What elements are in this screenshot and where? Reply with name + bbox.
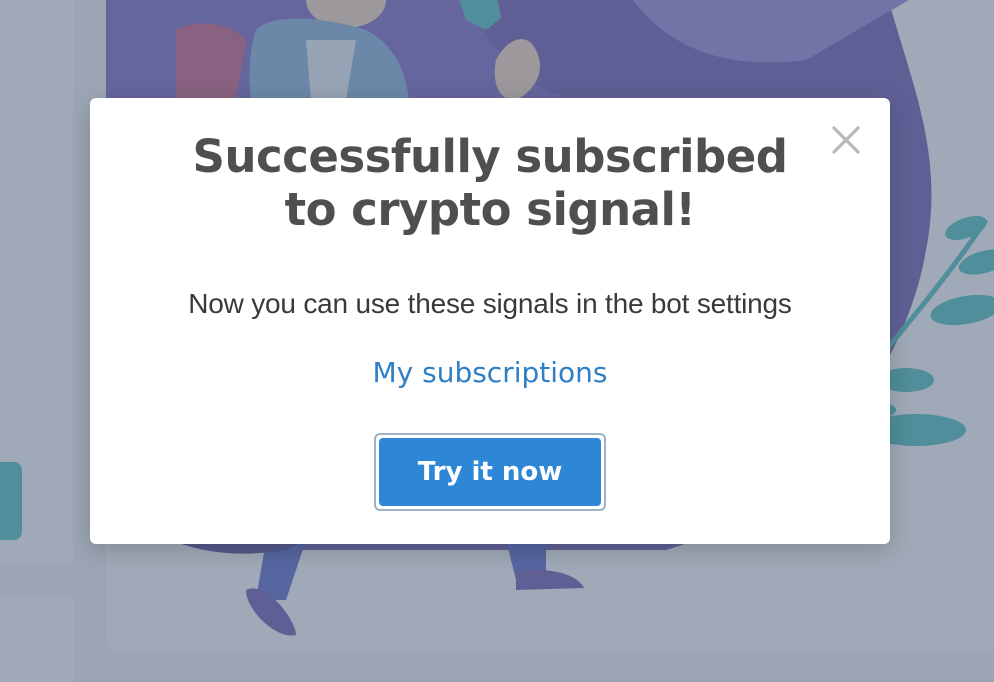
close-icon (832, 126, 860, 154)
modal-title: Successfully subscribed to crypto signal… (192, 130, 788, 236)
success-modal: Successfully subscribed to crypto signal… (90, 98, 890, 544)
modal-subtitle: Now you can use these signals in the bot… (188, 288, 792, 319)
close-button[interactable] (828, 122, 864, 158)
my-subscriptions-link[interactable]: My subscriptions (372, 356, 607, 389)
try-it-now-button[interactable]: Try it now (379, 438, 601, 506)
try-button-focus-ring: Try it now (374, 433, 606, 511)
